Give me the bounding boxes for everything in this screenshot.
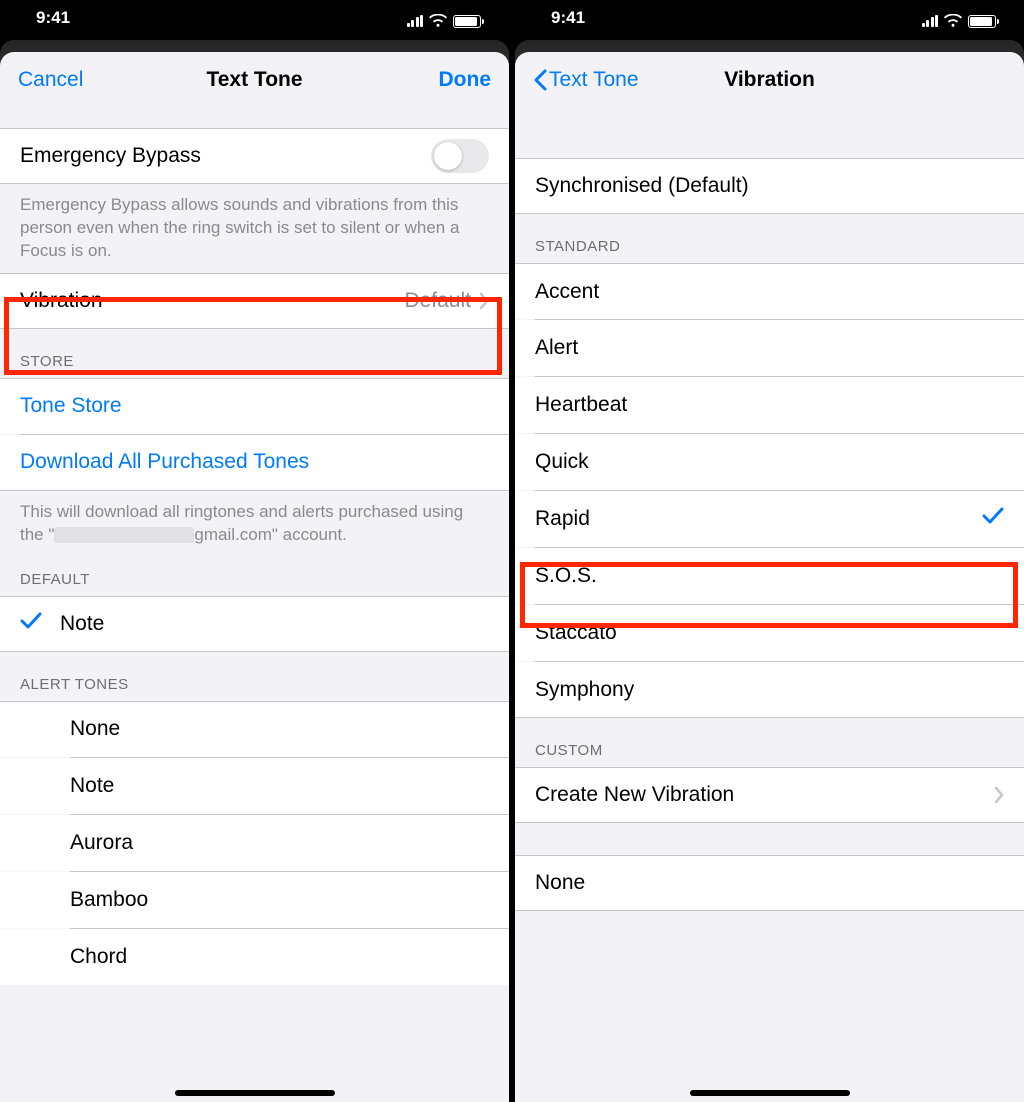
alert-tone-bamboo[interactable]: Bamboo — [0, 872, 509, 928]
battery-icon — [968, 15, 996, 28]
sheet-stack: Text Tone Vibration Synchronised (Defaul… — [515, 30, 1024, 1102]
custom-header: CUSTOM — [515, 718, 1024, 767]
vibration-sheet: Text Tone Vibration Synchronised (Defaul… — [515, 52, 1024, 1102]
sheet-stack: Cancel Text Tone Done Emergency Bypass E… — [0, 30, 509, 1102]
vibration-accent[interactable]: Accent — [515, 263, 1024, 319]
download-all-cell[interactable]: Download All Purchased Tones — [0, 435, 509, 491]
vibration-none-cell[interactable]: None — [515, 855, 1024, 911]
download-all-label: Download All Purchased Tones — [20, 450, 309, 474]
alert-tone-label: Chord — [70, 945, 127, 969]
wifi-icon — [429, 14, 447, 28]
chevron-right-icon — [994, 786, 1004, 804]
wifi-icon — [944, 14, 962, 28]
cancel-button[interactable]: Cancel — [18, 68, 83, 92]
alert-tone-label: Aurora — [70, 831, 133, 855]
store-footer-post: gmail.com" account. — [194, 525, 347, 544]
text-tone-sheet: Cancel Text Tone Done Emergency Bypass E… — [0, 52, 509, 1102]
home-indicator[interactable] — [175, 1090, 335, 1096]
vibration-staccato[interactable]: Staccato — [515, 605, 1024, 661]
vibration-label: Vibration — [20, 289, 103, 313]
alert-tone-chord[interactable]: Chord — [0, 929, 509, 985]
cellular-icon — [407, 15, 424, 27]
alert-tone-aurora[interactable]: Aurora — [0, 815, 509, 871]
vibration-label: Alert — [535, 336, 578, 360]
tone-store-cell[interactable]: Tone Store — [0, 378, 509, 434]
vibration-none-label: None — [535, 871, 585, 895]
status-time: 9:41 — [36, 8, 70, 28]
battery-icon — [453, 15, 481, 28]
vibration-label: Rapid — [535, 507, 590, 531]
vibration-cell[interactable]: Vibration Default — [0, 273, 509, 329]
vibration-quick[interactable]: Quick — [515, 434, 1024, 490]
vibration-label: Staccato — [535, 621, 617, 645]
status-time: 9:41 — [551, 8, 585, 28]
alert-tones-header: ALERT TONES — [0, 652, 509, 701]
store-header: STORE — [0, 329, 509, 378]
cellular-icon — [922, 15, 939, 27]
status-bar: 9:41 — [0, 0, 509, 30]
create-new-vibration-cell[interactable]: Create New Vibration — [515, 767, 1024, 823]
navigation-bar: Text Tone Vibration — [515, 52, 1024, 108]
vibration-heartbeat[interactable]: Heartbeat — [515, 377, 1024, 433]
vibration-symphony[interactable]: Symphony — [515, 662, 1024, 718]
status-indicators — [407, 14, 482, 28]
default-tone-label: Note — [60, 612, 104, 636]
status-bar: 9:41 — [515, 0, 1024, 30]
store-footer: This will download all ringtones and ale… — [0, 491, 509, 557]
synchronised-label: Synchronised (Default) — [535, 174, 749, 198]
status-indicators — [922, 14, 997, 28]
alert-tone-label: None — [70, 717, 120, 741]
scroll-content[interactable]: Emergency Bypass Emergency Bypass allows… — [0, 108, 509, 1102]
checkmark-icon — [20, 612, 42, 636]
back-label: Text Tone — [549, 68, 639, 92]
alert-tone-label: Note — [70, 774, 114, 798]
vibration-label: Quick — [535, 450, 589, 474]
synchronised-cell[interactable]: Synchronised (Default) — [515, 158, 1024, 214]
tone-store-label: Tone Store — [20, 394, 122, 418]
vibration-value: Default — [404, 289, 471, 313]
vibration-label: Heartbeat — [535, 393, 627, 417]
alert-tone-note[interactable]: Note — [0, 758, 509, 814]
phone-left: 9:41 Cancel Text Tone Done Emergency Byp… — [0, 0, 509, 1102]
checkmark-icon — [982, 507, 1004, 531]
vibration-label: Accent — [535, 280, 599, 304]
default-header: DEFAULT — [0, 557, 509, 596]
chevron-right-icon — [479, 292, 489, 310]
home-indicator[interactable] — [690, 1090, 850, 1096]
done-button[interactable]: Done — [439, 68, 492, 92]
redacted-email — [54, 527, 194, 543]
emergency-bypass-toggle[interactable] — [431, 139, 489, 173]
vibration-label: S.O.S. — [535, 564, 597, 588]
vibration-rapid[interactable]: Rapid — [515, 491, 1024, 547]
emergency-bypass-label: Emergency Bypass — [20, 144, 201, 168]
chevron-left-icon — [533, 69, 547, 91]
create-new-vibration-label: Create New Vibration — [535, 783, 734, 807]
phone-right: 9:41 Text Tone Vibration Synchronised (D… — [515, 0, 1024, 1102]
alert-tone-none[interactable]: None — [0, 701, 509, 757]
standard-header: STANDARD — [515, 214, 1024, 263]
vibration-alert[interactable]: Alert — [515, 320, 1024, 376]
emergency-bypass-footer: Emergency Bypass allows sounds and vibra… — [0, 184, 509, 273]
vibration-label: Symphony — [535, 678, 634, 702]
scroll-content[interactable]: Synchronised (Default) STANDARD Accent A… — [515, 158, 1024, 1102]
default-tone-cell[interactable]: Note — [0, 596, 509, 652]
vibration-sos[interactable]: S.O.S. — [515, 548, 1024, 604]
navigation-bar: Cancel Text Tone Done — [0, 52, 509, 108]
emergency-bypass-cell[interactable]: Emergency Bypass — [0, 128, 509, 184]
alert-tone-label: Bamboo — [70, 888, 148, 912]
back-button[interactable]: Text Tone — [533, 68, 639, 92]
